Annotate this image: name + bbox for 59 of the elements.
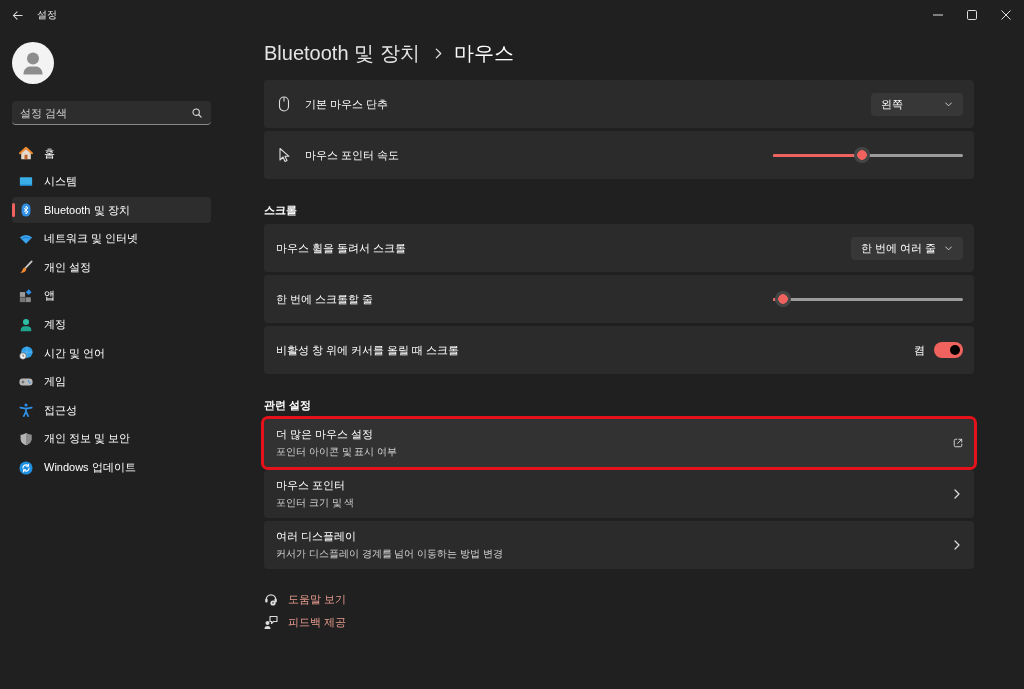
nav-item[interactable]: 개인 설정 [12, 254, 211, 281]
help-link[interactable]: 도움말 보기 [288, 591, 347, 607]
headset-icon [264, 592, 278, 606]
link-card[interactable]: 여러 디스플레이 커서가 디스플레이 경계를 넘어 이동하는 방법 변경 [264, 521, 974, 569]
dropdown[interactable]: 한 번에 여러 줄 [850, 236, 963, 260]
nav-item[interactable]: Bluetooth 및 장치 [12, 197, 211, 224]
setting-label: 마우스 포인터 속도 [305, 147, 400, 163]
setting-label: 비활성 창 위에 커서를 올릴 때 스크롤 [276, 342, 460, 358]
nav-item[interactable]: 게임 [12, 368, 211, 395]
apps-grid-icon [19, 288, 33, 303]
toggle-switch[interactable] [934, 342, 963, 358]
nav-item[interactable]: Windows 업데이트 [12, 454, 211, 481]
dropdown[interactable]: 왼쪽 [871, 92, 963, 116]
mouse-icon [278, 96, 290, 112]
search-field[interactable]: 설정 검색 [12, 101, 211, 125]
slider-thumb[interactable] [854, 147, 871, 163]
search-icon[interactable] [192, 108, 202, 118]
close-icon[interactable] [1001, 10, 1011, 20]
window-title: 설정 [37, 8, 57, 22]
setting-label: 한 번에 스크롤할 줄 [276, 291, 374, 307]
nav-item[interactable]: 접근성 [12, 397, 211, 424]
maximize-icon[interactable] [967, 10, 977, 20]
feedback-link[interactable]: 피드백 제공 [288, 614, 347, 630]
nav-item[interactable]: 시간 및 언어 [12, 340, 211, 367]
chevron-down-icon [945, 101, 952, 107]
toggle-state-label: 켬 [914, 342, 925, 358]
shield-icon [19, 431, 33, 446]
nav-item[interactable]: 계정 [12, 311, 211, 338]
nav-item[interactable]: 개인 정보 및 보안 [12, 425, 211, 452]
link-card[interactable]: 더 많은 마우스 설정 포인터 아이콘 및 표시 여부 [264, 419, 974, 467]
external-link-icon [953, 438, 963, 448]
pointer-cursor-icon [278, 147, 290, 163]
back-arrow-icon[interactable] [12, 9, 23, 21]
accessibility-figure-icon [19, 403, 33, 418]
chevron-right-icon [954, 489, 960, 499]
house-icon [19, 146, 33, 160]
setting-label: 기본 마우스 단추 [305, 96, 389, 112]
globe-clock-icon [19, 346, 33, 361]
page-title: 마우스 [453, 40, 514, 66]
nav-item[interactable]: 시스템 [12, 168, 211, 195]
slider-thumb[interactable] [774, 291, 791, 307]
nav-item[interactable]: 홈 [12, 140, 211, 166]
paintbrush-icon [19, 260, 33, 275]
section-heading: 스크롤 [264, 203, 298, 218]
chevron-right-icon [434, 47, 442, 59]
person-icon [19, 317, 33, 332]
nav-item[interactable]: 앱 [12, 282, 211, 309]
user-avatar-icon [12, 42, 54, 84]
nav-item[interactable]: 네트워크 및 인터넷 [12, 225, 211, 252]
setting-label: 마우스 휠을 돌려서 스크롤 [276, 240, 407, 256]
link-card[interactable]: 마우스 포인터 포인터 크기 및 색 [264, 470, 974, 518]
breadcrumb-link[interactable]: Bluetooth 및 장치 [264, 39, 420, 67]
person-speech-bubble-icon [264, 615, 278, 629]
chevron-right-icon [954, 540, 960, 550]
chevron-down-icon [945, 245, 952, 251]
section-heading: 관련 설정 [264, 398, 313, 413]
bluetooth-icon [19, 203, 33, 218]
sync-arrows-icon [19, 460, 33, 475]
monitor-icon [19, 174, 33, 189]
